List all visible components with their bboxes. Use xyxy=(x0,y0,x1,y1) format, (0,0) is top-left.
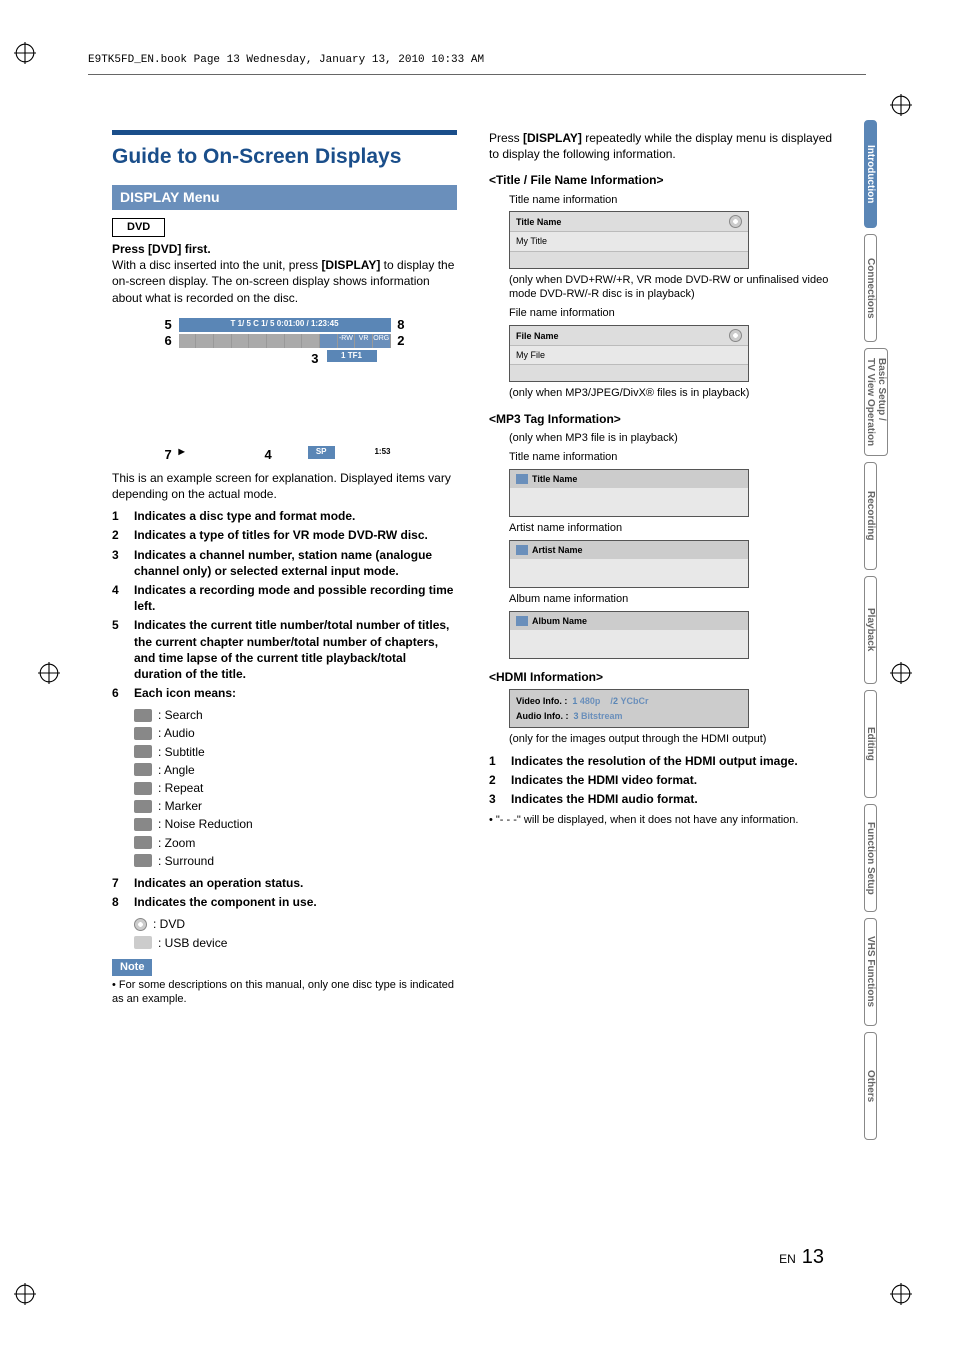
indicator-list: 1Indicates a disc type and format mode. … xyxy=(112,508,457,701)
title-name-caption: Title name information xyxy=(509,193,834,208)
tab-others[interactable]: Others xyxy=(864,1032,877,1140)
tab-recording[interactable]: Recording xyxy=(864,462,877,570)
noise-reduction-icon xyxy=(134,818,152,831)
audio-icon xyxy=(134,727,152,740)
crop-mark-icon xyxy=(14,42,36,64)
mp3-album-caption: Album name information xyxy=(509,592,834,607)
note-text: • For some descriptions on this manual, … xyxy=(112,978,457,1008)
hdmi-heading: <HDMI Information> xyxy=(489,669,834,685)
subtitle-icon xyxy=(134,745,152,758)
component-list: : DVD : USB device xyxy=(112,916,457,950)
mp3-heading: <MP3 Tag Information> xyxy=(489,411,834,427)
header-rule xyxy=(88,74,866,75)
zoom-icon xyxy=(134,836,152,849)
mp3-title-caption: Title name information xyxy=(509,450,834,465)
title-name-panel: Title Name My Title xyxy=(509,211,749,268)
angle-icon xyxy=(134,763,152,776)
note-icon xyxy=(516,474,528,484)
right-column: Press [DISPLAY] repeatedly while the dis… xyxy=(489,130,834,1007)
crop-mark-icon xyxy=(14,1283,36,1305)
dvd-disc-icon xyxy=(134,918,147,931)
usb-icon xyxy=(134,936,152,949)
disc-icon xyxy=(729,215,742,228)
section-heading: DISPLAY Menu xyxy=(112,185,457,210)
mp3-album-panel: Album Name xyxy=(509,611,749,659)
dvd-tag: DVD xyxy=(112,218,165,237)
mp3-note: (only when MP3 file is in playback) xyxy=(509,431,834,446)
file-name-panel: File Name My File xyxy=(509,325,749,382)
page-number: 13 xyxy=(802,1246,824,1268)
tab-basic-setup[interactable]: Basic Setup / TV View Operation xyxy=(864,348,888,456)
search-icon xyxy=(134,709,152,722)
title-note: (only when DVD+RW/+R, VR mode DVD-RW or … xyxy=(509,273,834,303)
hdmi-list: 1Indicates the resolution of the HDMI ou… xyxy=(489,753,834,808)
left-column: Guide to On-Screen Displays DISPLAY Menu… xyxy=(112,130,457,1007)
mp3-artist-caption: Artist name information xyxy=(509,521,834,536)
intro-text: With a disc inserted into the unit, pres… xyxy=(112,257,457,306)
tab-introduction[interactable]: Introduction xyxy=(864,120,877,228)
tab-function-setup[interactable]: Function Setup xyxy=(864,804,877,912)
hdmi-dash-note: • "- - -" will be displayed, when it doe… xyxy=(489,813,834,828)
disc-icon xyxy=(729,329,742,342)
album-icon xyxy=(516,616,528,626)
crop-mark-icon xyxy=(38,662,60,684)
crop-mark-icon xyxy=(890,662,912,684)
file-note: (only when MP3/JPEG/DivX® files is in pl… xyxy=(509,386,834,401)
indicator-list-2: 7Indicates an operation status. 8Indicat… xyxy=(112,875,457,910)
hdmi-note: (only for the images output through the … xyxy=(509,732,834,747)
tab-playback[interactable]: Playback xyxy=(864,576,877,684)
crop-mark-icon xyxy=(890,1283,912,1305)
mp3-artist-panel: Artist Name xyxy=(509,540,749,588)
right-intro: Press [DISPLAY] repeatedly while the dis… xyxy=(489,130,834,162)
book-header: E9TK5FD_EN.book Page 13 Wednesday, Janua… xyxy=(88,54,484,66)
page: E9TK5FD_EN.book Page 13 Wednesday, Janua… xyxy=(0,0,954,1351)
osd-example: 5 6 8 2 3 7 4 T 1/ 5 C 1/ 5 0:01:00 / 1:… xyxy=(165,314,405,464)
press-first: Press [DVD] first. xyxy=(112,241,457,257)
tab-vhs-functions[interactable]: VHS Functions xyxy=(864,918,877,1026)
marker-icon xyxy=(134,800,152,813)
tab-editing[interactable]: Editing xyxy=(864,690,877,798)
section-tabs: Introduction Connections Basic Setup / T… xyxy=(864,120,890,1146)
surround-icon xyxy=(134,854,152,867)
title-file-heading: <Title / File Name Information> xyxy=(489,172,834,188)
icon-meanings: : Search : Audio : Subtitle : Angle : Re… xyxy=(112,707,457,869)
person-icon xyxy=(516,545,528,555)
file-name-caption: File name information xyxy=(509,306,834,321)
repeat-icon xyxy=(134,782,152,795)
page-title: Guide to On-Screen Displays xyxy=(112,130,457,171)
hdmi-panel: Video Info. : 1 480p /2 YCbCr Audio Info… xyxy=(509,689,749,728)
crop-mark-icon xyxy=(890,94,912,116)
page-footer: EN13 xyxy=(779,1246,824,1269)
tab-connections[interactable]: Connections xyxy=(864,234,877,342)
mp3-title-panel: Title Name xyxy=(509,469,749,517)
example-note: This is an example screen for explanatio… xyxy=(112,470,457,502)
note-label: Note xyxy=(112,959,152,976)
